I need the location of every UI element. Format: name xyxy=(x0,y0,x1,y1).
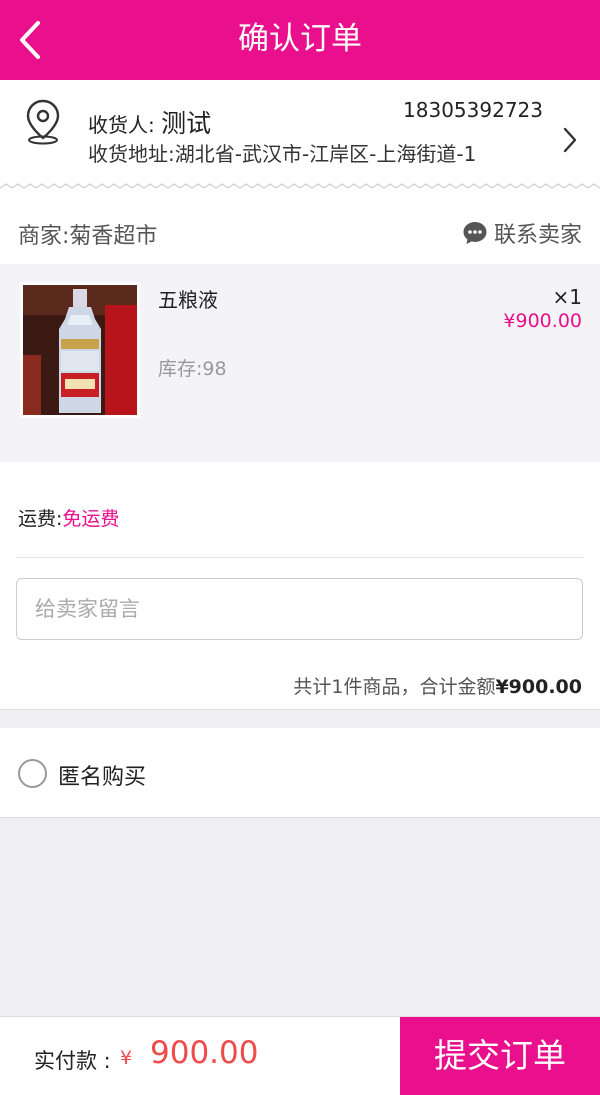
shipping-label: 运费: xyxy=(18,508,63,530)
chevron-right-icon xyxy=(563,127,577,153)
shipping-fee: 运费:免运费 xyxy=(18,504,119,531)
order-total: 共计1件商品，合计金额¥900.00 xyxy=(293,672,582,699)
seller-message-input[interactable] xyxy=(16,578,583,640)
product-quantity: ×1 xyxy=(552,285,582,309)
receiver-label: 收货人: xyxy=(88,113,155,137)
product-image xyxy=(20,282,140,418)
address-card[interactable]: 收货人: 测试 18305392723 收货地址:湖北省-武汉市-江岸区-上海街… xyxy=(0,80,600,198)
checkout-bar: 实付款 : ¥ 900.00 提交订单 xyxy=(0,1016,600,1095)
submit-order-button[interactable]: 提交订单 xyxy=(400,1017,600,1095)
product-price: ¥900.00 xyxy=(503,310,582,332)
contact-seller-button[interactable]: 联系卖家 xyxy=(462,217,582,249)
location-pin-icon xyxy=(26,99,60,145)
pay-amount: 900.00 xyxy=(150,1035,259,1071)
shipping-address: 收货地址:湖北省-武汉市-江岸区-上海街道-1 xyxy=(88,142,477,166)
order-item[interactable]: 五粮液 ×1 ¥900.00 库存:98 xyxy=(0,264,600,462)
shipping-value: 免运费 xyxy=(62,508,120,530)
receiver-phone: 18305392723 xyxy=(403,98,543,122)
page-title: 确认订单 xyxy=(238,21,362,57)
order-total-prefix: 共计1件商品，合计金额 xyxy=(293,676,496,698)
contact-seller-label: 联系卖家 xyxy=(493,223,582,248)
product-stock: 库存:98 xyxy=(158,358,227,380)
order-summary: 运费:免运费 共计1件商品，合计金额¥900.00 xyxy=(0,462,600,710)
pay-label: 实付款 : xyxy=(34,1049,111,1073)
shop-row: 商家:菊香超市 联系卖家 xyxy=(0,198,600,264)
header-bar: 确认订单 xyxy=(0,0,600,80)
order-total-amount: ¥900.00 xyxy=(495,676,582,698)
anonymous-purchase-row[interactable]: 匿名购买 xyxy=(0,728,600,818)
anonymous-label: 匿名购买 xyxy=(58,765,147,790)
currency-symbol: ¥ xyxy=(120,1047,133,1069)
anonymous-radio[interactable] xyxy=(18,759,47,788)
chat-bubble-icon xyxy=(463,222,487,244)
divider xyxy=(16,557,584,558)
address-border-decoration xyxy=(0,182,600,192)
product-name: 五粮液 xyxy=(158,288,218,312)
receiver-row: 收货人: 测试 xyxy=(88,104,211,140)
shop-name: 商家:菊香超市 xyxy=(18,224,158,249)
receiver-name: 测试 xyxy=(161,109,212,138)
